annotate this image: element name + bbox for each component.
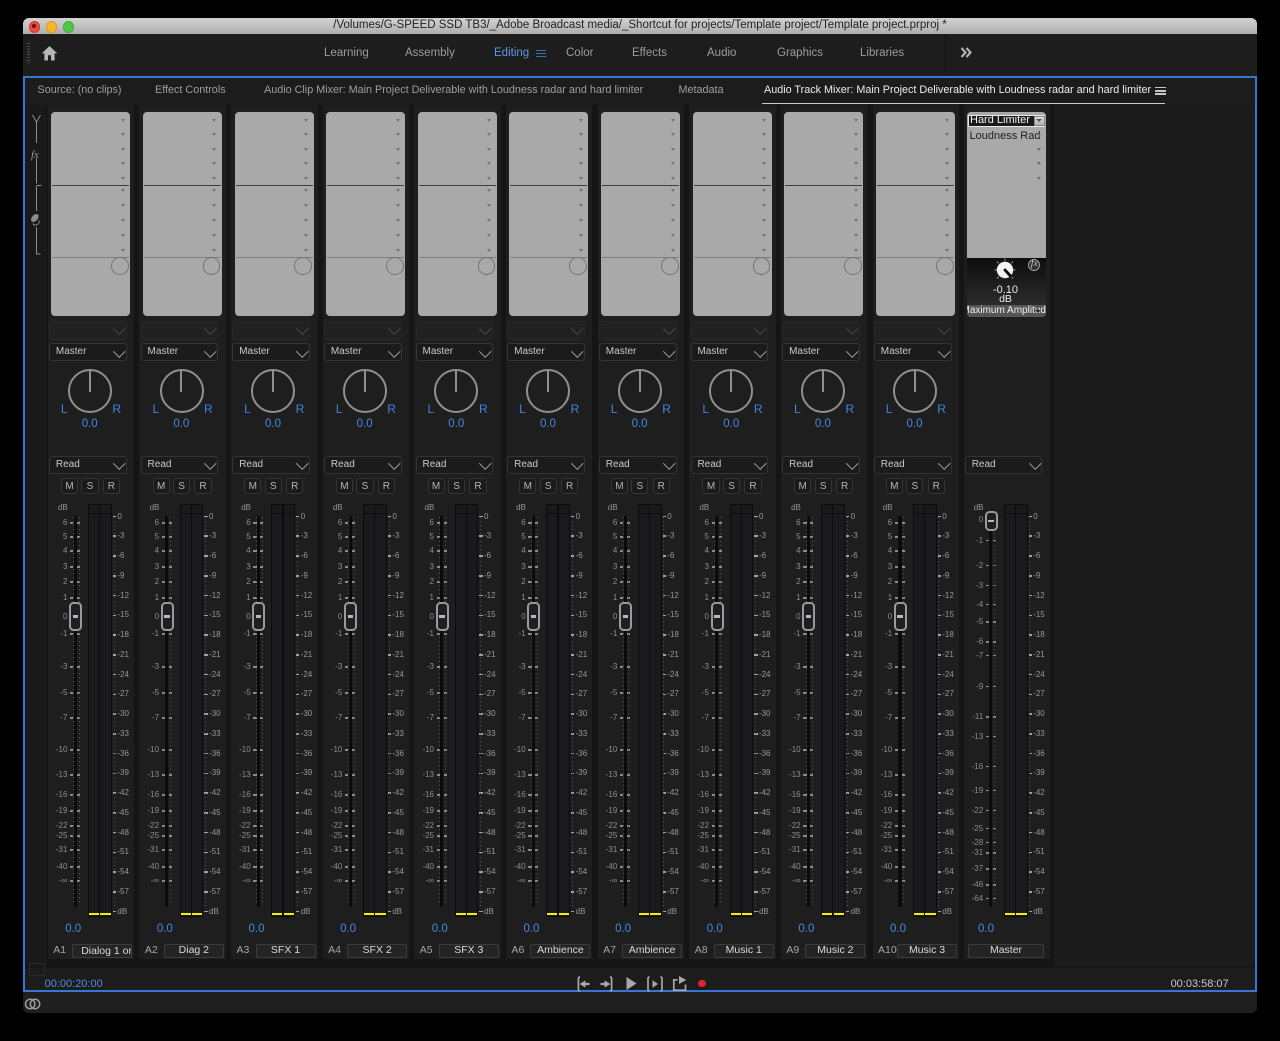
- svg-text:fx: fx: [31, 149, 39, 161]
